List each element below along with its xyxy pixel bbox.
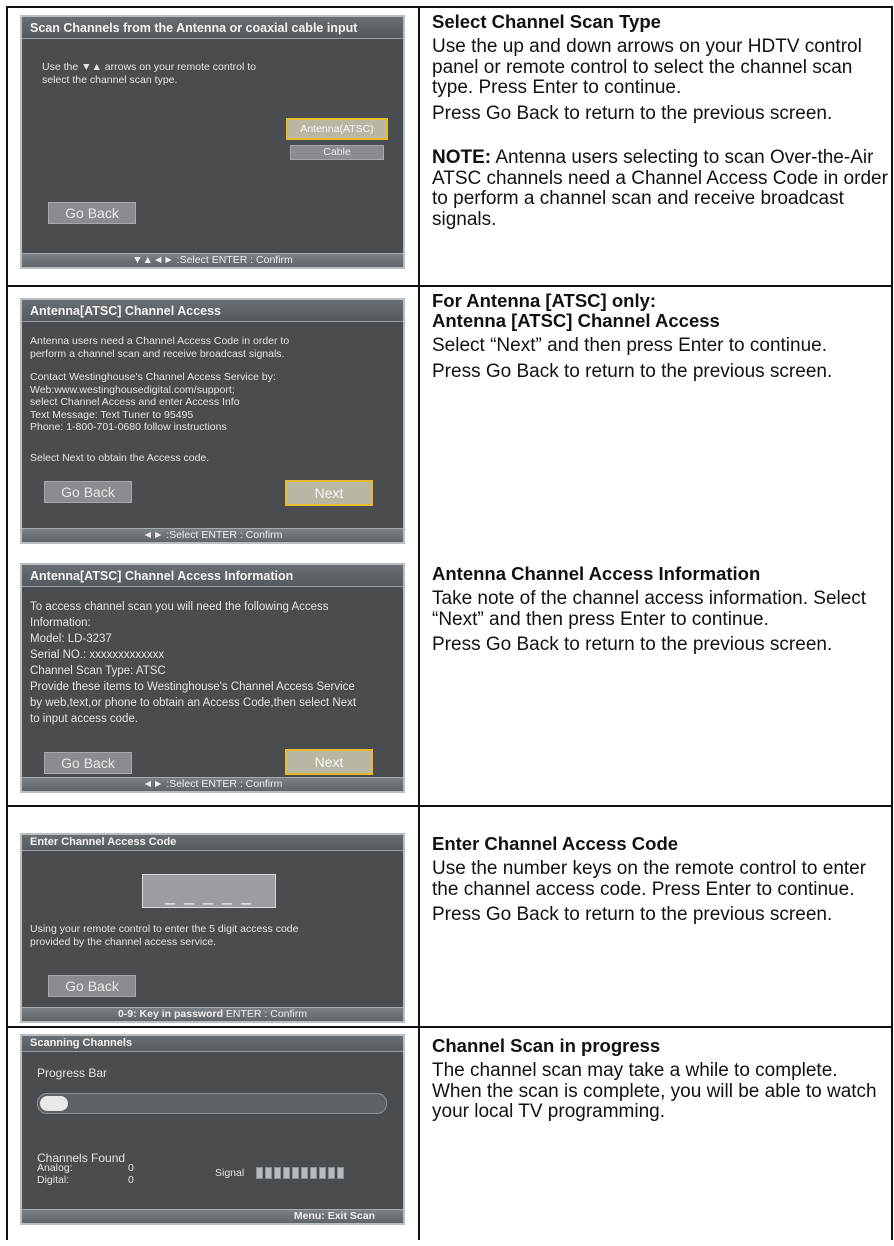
description-scan-type: Select Channel Scan Type Use the up and … (432, 12, 888, 235)
screen-body-3: Select Next to obtain the Access code. (30, 452, 210, 464)
screen-footer: ◄► :Select ENTER : Confirm (22, 528, 403, 542)
screen-footer: ▼▲◄► :Select ENTER : Confirm (22, 253, 403, 267)
access-code-input[interactable]: _ _ _ _ _ (142, 874, 276, 908)
screen-footer: Menu: Exit Scan (22, 1209, 403, 1223)
section-heading: For Antenna [ATSC] only: (432, 290, 657, 311)
row-divider (6, 285, 893, 287)
screen-title: Scanning Channels (22, 1036, 403, 1052)
note-paragraph: NOTE: Antenna users selecting to scan Ov… (432, 147, 888, 230)
description-text: Take note of the channel access informat… (432, 588, 867, 630)
progress-label: Progress Bar (37, 1066, 108, 1080)
screen-body: To access channel scan you will need the… (30, 601, 357, 725)
section-heading: Channel Scan in progress (432, 1035, 661, 1056)
instruction-table: Scan Channels from the Antenna or coaxia… (6, 6, 893, 1240)
screen-body-1: Antenna users need a Channel Access Code… (30, 335, 290, 360)
cable-option[interactable]: Cable (290, 145, 384, 160)
signal-bar (310, 1167, 317, 1179)
signal-bar (265, 1167, 272, 1179)
next-button[interactable]: Next (285, 480, 373, 506)
description-scan-progress: Channel Scan in progress The channel sca… (432, 1036, 888, 1128)
progress-bar (37, 1093, 387, 1114)
signal-bar (283, 1167, 290, 1179)
tv-screen-scanning: Scanning Channels Progress Bar Channels … (20, 1034, 405, 1225)
digital-value: 0 (128, 1174, 134, 1186)
table-border-left (6, 6, 8, 1240)
section-subheading: Antenna [ATSC] Channel Access (432, 310, 720, 331)
row-divider (6, 1026, 893, 1028)
screen-instructions: Use the ▼▲ arrows on your remote control… (42, 61, 256, 86)
description-text: Press Go Back to return to the previous … (432, 634, 833, 655)
description-text: Press Go Back to return to the previous … (432, 360, 833, 382)
note-text: Antenna users selecting to scan Over-the… (432, 147, 888, 230)
go-back-button[interactable]: Go Back (48, 975, 136, 997)
go-back-button[interactable]: Go Back (44, 752, 132, 774)
description-text: Press Go Back to return to the previous … (432, 904, 833, 925)
signal-bar (328, 1167, 335, 1179)
description-text: The channel scan may take a while to com… (432, 1060, 877, 1122)
tv-screen-access-information: Antenna[ATSC] Channel Access Information… (20, 563, 405, 793)
go-back-button[interactable]: Go Back (44, 481, 132, 503)
progress-bar-fill (40, 1096, 68, 1111)
note-label: NOTE: (432, 147, 492, 168)
tv-screen-scan-type: Scan Channels from the Antenna or coaxia… (20, 15, 405, 269)
description-text: Use the up and down arrows on your HDTV … (432, 36, 862, 98)
description-text: Use the number keys on the remote contro… (432, 858, 867, 900)
next-button[interactable]: Next (285, 749, 373, 775)
footer-key-hint: 0-9: Key in password (117, 1008, 223, 1020)
signal-strength-meter (256, 1167, 344, 1179)
signal-bar (301, 1167, 308, 1179)
antenna-atsc-option[interactable]: Antenna(ATSC) (286, 118, 388, 140)
screen-footer: 0-9: Key in password ENTER : Confirm (22, 1007, 403, 1021)
go-back-button[interactable]: Go Back (48, 202, 136, 224)
description-channel-access: For Antenna [ATSC] only: Antenna [ATSC] … (432, 291, 888, 387)
description-text: Select “Next” and then press Enter to co… (432, 335, 827, 356)
screen-body: Using your remote control to enter the 5… (30, 923, 299, 948)
description-access-information: Antenna Channel Access Information Take … (432, 564, 888, 661)
tv-screen-enter-code: Enter Channel Access Code _ _ _ _ _ Usin… (20, 833, 405, 1023)
signal-bar (274, 1167, 281, 1179)
table-border-top (6, 6, 893, 8)
footer-confirm-hint: ENTER : Confirm (223, 1008, 308, 1020)
section-heading: Antenna Channel Access Information (432, 563, 761, 584)
section-heading: Enter Channel Access Code (432, 833, 679, 854)
screen-title: Antenna[ATSC] Channel Access (22, 300, 403, 322)
description-text: Press Go Back to return to the previous … (432, 102, 833, 124)
screen-title: Scan Channels from the Antenna or coaxia… (22, 17, 403, 39)
tv-screen-channel-access: Antenna[ATSC] Channel Access Antenna use… (20, 298, 405, 544)
section-heading: Select Channel Scan Type (432, 11, 661, 32)
signal-bar (319, 1167, 326, 1179)
screen-title: Antenna[ATSC] Channel Access Information (22, 565, 403, 587)
column-divider (418, 6, 420, 1240)
row-divider (6, 805, 893, 807)
signal-bar (256, 1167, 263, 1179)
analog-label: Analog: (37, 1162, 73, 1174)
digital-label: Digital: (37, 1174, 70, 1186)
signal-bar (292, 1167, 299, 1179)
screen-body-2: Contact Westinghouse's Channel Access Se… (30, 371, 276, 433)
screen-footer: ◄► :Select ENTER : Confirm (22, 777, 403, 791)
signal-bar (337, 1167, 344, 1179)
signal-label: Signal (215, 1167, 245, 1179)
table-border-right (891, 6, 893, 1240)
description-enter-code: Enter Channel Access Code Use the number… (432, 834, 888, 931)
analog-value: 0 (128, 1162, 134, 1174)
screen-title: Enter Channel Access Code (22, 835, 403, 851)
